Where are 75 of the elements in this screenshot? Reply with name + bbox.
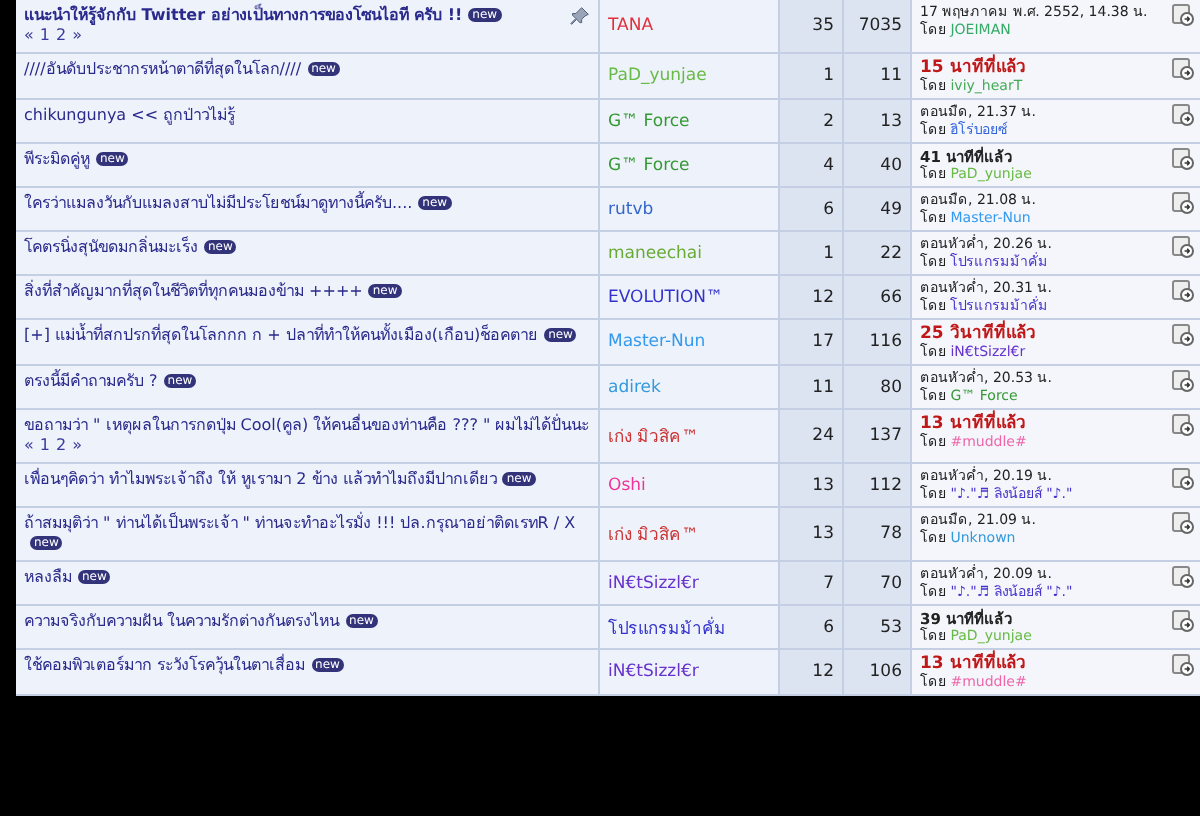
view-count: 13 — [880, 111, 902, 131]
topic-link[interactable]: พีระมิดคู่หู — [24, 150, 90, 170]
topic-link[interactable]: ความจริงกับความฝัน ในความรักต่างกันตรงไหน — [24, 612, 340, 632]
topic-link[interactable]: แนะนำให้รู้จักกับ Twitter อย่างเป็นทางการของโซนไอที ครับ !! — [24, 6, 463, 26]
view-count: 112 — [869, 475, 902, 495]
topic-link[interactable]: [+] แม่น้ำที่สกปรกที่สุดในโลกกก ก + ปลาที่ทำให้คนทั้งเมือง(เกือบ)ช็อคตาย — [24, 326, 539, 346]
view-count: 53 — [880, 617, 902, 637]
last-post-icon[interactable] — [1172, 468, 1194, 490]
last-post-icon[interactable] — [1172, 414, 1194, 436]
topic-link[interactable]: ใครว่าแมลงวันกับแมลงสาบไม่มีประโยชน์มาดูทางนี้ครับ.... — [24, 194, 413, 214]
reply-count: 12 — [812, 287, 834, 307]
topic-link[interactable]: โคตรนิ่งสุนัขดมกลิ่นมะเร็ง — [24, 238, 198, 258]
view-count: 78 — [880, 524, 902, 544]
pushpin-icon — [570, 6, 590, 26]
view-count: 7035 — [858, 16, 902, 36]
view-count: 49 — [880, 199, 902, 219]
view-count: 137 — [869, 426, 902, 446]
reply-count: 12 — [812, 662, 834, 682]
view-count: 70 — [880, 573, 902, 593]
reply-count: 1 — [823, 243, 834, 263]
reply-count: 13 — [812, 524, 834, 544]
author-link[interactable]: TANA — [608, 16, 654, 36]
last-post-icon[interactable] — [1172, 370, 1194, 392]
topic-link[interactable]: ใช้คอมพิวเตอร์มาก ระวังโรควุ้นในตาเสื่อม — [24, 656, 306, 676]
reply-count: 7 — [823, 573, 834, 593]
topic-link[interactable]: หลงลืม — [24, 568, 72, 588]
last-post-icon[interactable] — [1172, 566, 1194, 588]
last-post-icon[interactable] — [1172, 324, 1194, 346]
topic-link[interactable]: ตรงนี้มีคำถามครับ ? — [24, 372, 158, 392]
last-post-icon[interactable] — [1172, 104, 1194, 126]
last-post-time: 13 นาทีที่แล้ว — [920, 414, 1027, 434]
last-post-icon[interactable] — [1172, 58, 1194, 80]
reply-count: 2 — [823, 111, 834, 131]
last-post-time: 13 นาทีที่แล้ว — [920, 654, 1027, 674]
reply-count: 24 — [812, 426, 834, 446]
page-link[interactable]: 2 — [56, 436, 67, 454]
last-post-icon[interactable] — [1172, 236, 1194, 258]
last-post-icon[interactable] — [1172, 4, 1194, 26]
topic-link[interactable]: ถ้าสมมุติว่า " ท่านได้เป็นพระเจ้า " ท่านจะทำอะไรมั่ง !!! ปล.กรุณาอย่าติดเรทR / X — [24, 514, 576, 534]
reply-count: 6 — [823, 617, 834, 637]
last-post-icon[interactable] — [1172, 610, 1194, 632]
page-link[interactable]: « — [24, 26, 34, 44]
topic-link[interactable]: สิ่งที่สำคัญมากที่สุดในชีวิตที่ทุกคนมองข้าม ++++ — [24, 282, 363, 302]
page-link[interactable]: » — [72, 436, 82, 454]
reply-count: 35 — [812, 16, 834, 36]
reply-count: 1 — [823, 66, 834, 86]
view-count: 40 — [880, 155, 902, 175]
last-post-icon[interactable] — [1172, 654, 1194, 676]
view-count: 11 — [880, 66, 902, 86]
reply-count: 11 — [812, 377, 834, 397]
page-link[interactable]: 1 — [39, 436, 50, 454]
reply-count: 6 — [823, 199, 834, 219]
page-link[interactable]: » — [72, 26, 82, 44]
last-post-time: 15 นาทีที่แล้ว — [920, 58, 1026, 78]
view-count: 106 — [869, 662, 902, 682]
view-count: 116 — [869, 332, 902, 352]
last-post-icon[interactable] — [1172, 280, 1194, 302]
topic-link[interactable]: เพื่อนๆคิดว่า ทำไมพระเจ้าถึง ให้ หูเรามา 2 ข้าง แล้วทำไมถึงมีปากเดียว — [24, 470, 497, 490]
view-count: 66 — [880, 287, 902, 307]
topic-link[interactable]: ////อันดับประชากรหน้าตาดีที่สุดในโลก//// — [24, 60, 302, 80]
page-link[interactable]: 1 — [39, 26, 50, 44]
page-link[interactable]: 2 — [56, 26, 67, 44]
topic-link[interactable]: ขอถามว่า " เหตุผลในการกดปุ่ม Cool(คูล) ให้คนอื่นของท่านคือ ??? " ผมไม่ได้ปั่นนะ — [24, 416, 590, 436]
reply-count: 13 — [812, 475, 834, 495]
last-post-icon[interactable] — [1172, 148, 1194, 170]
topic-link[interactable]: chikungunya << ถูกป่าวไม่รู้ — [24, 106, 236, 126]
last-post-time: 25 วินาทีที่แล้ว — [920, 324, 1036, 344]
last-post-icon[interactable] — [1172, 192, 1194, 214]
last-post-icon[interactable] — [1172, 512, 1194, 534]
reply-count: 4 — [823, 155, 834, 175]
view-count: 22 — [880, 243, 902, 263]
view-count: 80 — [880, 377, 902, 397]
page-link[interactable]: « — [24, 436, 34, 454]
reply-count: 17 — [812, 332, 834, 352]
author-link[interactable]: rutvb — [608, 199, 654, 219]
